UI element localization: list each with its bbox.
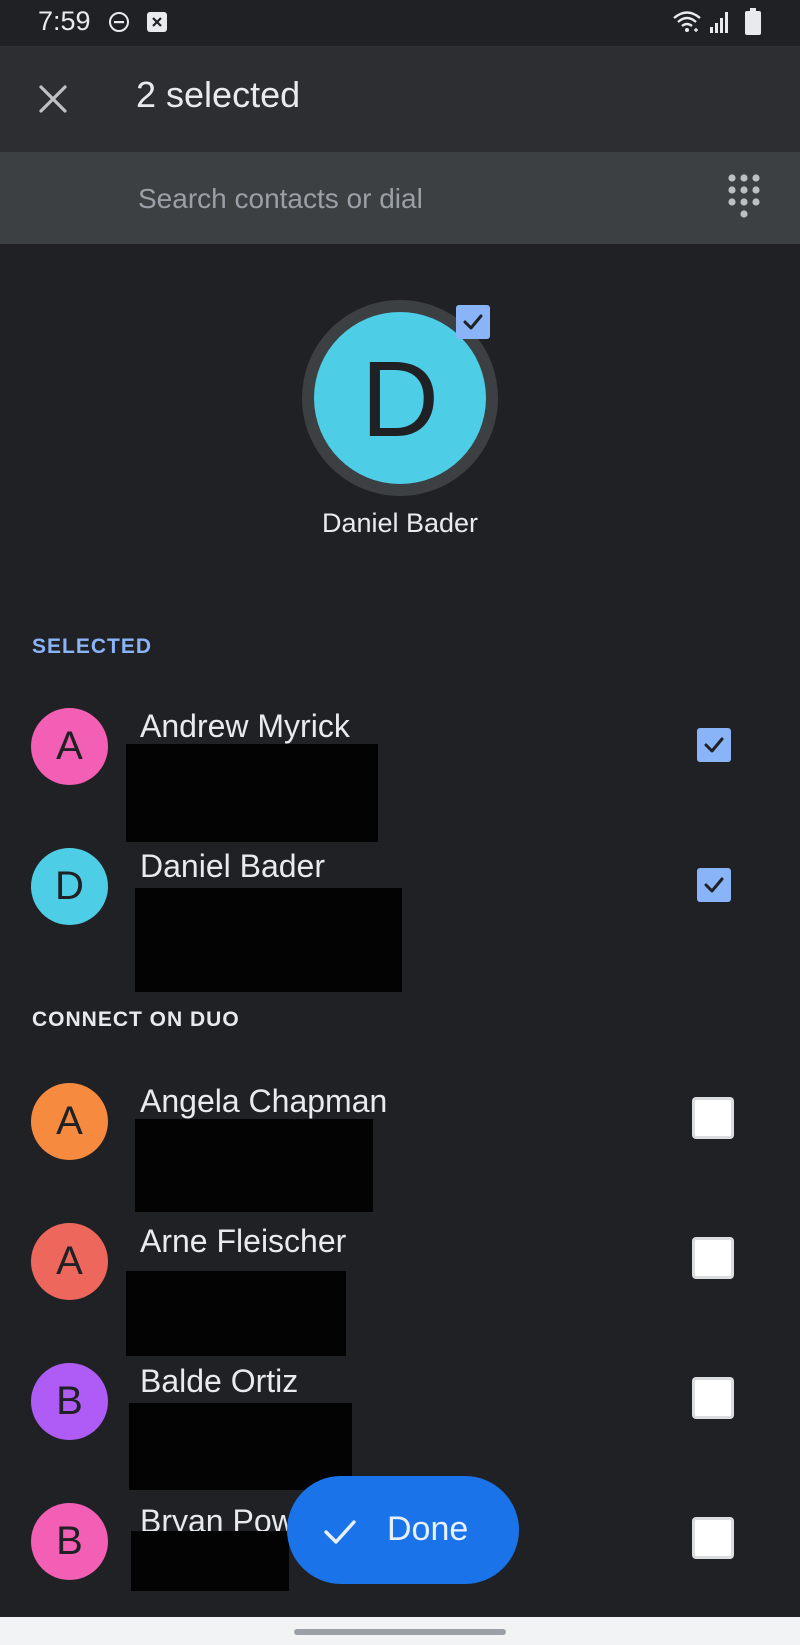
- app-bar: 2 selected: [0, 46, 800, 152]
- avatar: B: [31, 1363, 108, 1440]
- done-button[interactable]: Done: [287, 1476, 519, 1584]
- wifi-icon: [673, 11, 701, 32]
- search-bar: [0, 152, 800, 244]
- notification-icon: [147, 12, 167, 32]
- avatar: B: [31, 1503, 108, 1580]
- redacted-detail: [135, 888, 402, 992]
- contact-checkbox[interactable]: [692, 1517, 734, 1559]
- check-icon: [704, 737, 724, 753]
- list-item[interactable]: A Arne Fleischer: [0, 1223, 800, 1356]
- contact-checkbox[interactable]: [692, 1237, 734, 1279]
- contact-name: Arne Fleischer: [140, 1223, 347, 1259]
- list-item[interactable]: B Balde Ortiz: [0, 1363, 800, 1490]
- avatar: D: [31, 848, 108, 925]
- page-title: 2 selected: [136, 74, 301, 115]
- do-not-disturb-icon: [109, 12, 129, 32]
- contact-name: Balde Ortiz: [140, 1363, 299, 1399]
- contact-name: Daniel Bader: [140, 848, 325, 884]
- avatar: A: [31, 1083, 108, 1160]
- redacted-detail: [129, 1403, 352, 1490]
- redacted-detail: [131, 1531, 289, 1591]
- battery-icon: [745, 8, 761, 35]
- contact-checkbox[interactable]: [692, 1097, 734, 1139]
- close-icon[interactable]: [30, 76, 76, 122]
- search-input[interactable]: [136, 174, 700, 224]
- hero-contact-name: Daniel Bader: [321, 508, 479, 538]
- navigation-bar: [0, 1617, 800, 1645]
- avatar: A: [31, 1223, 108, 1300]
- list-item[interactable]: A Angela Chapman: [0, 1083, 800, 1212]
- contact-name: Andrew Myrick: [140, 708, 350, 744]
- status-bar: 7:59: [0, 0, 800, 46]
- redacted-detail: [126, 1271, 346, 1356]
- list-item[interactable]: A Andrew Myrick: [0, 708, 800, 842]
- section-header-selected: SELECTED: [32, 635, 153, 658]
- check-icon: [463, 314, 483, 330]
- dialpad-icon[interactable]: [724, 172, 764, 222]
- hero-checkbox[interactable]: [456, 305, 490, 339]
- redacted-detail: [126, 744, 378, 842]
- contact-checkbox[interactable]: [697, 868, 731, 902]
- home-gesture-handle[interactable]: [294, 1629, 506, 1635]
- selected-contact-hero[interactable]: D Daniel Bader: [0, 300, 800, 560]
- list-item[interactable]: D Daniel Bader: [0, 848, 800, 992]
- check-icon: [324, 1520, 356, 1544]
- redacted-detail: [135, 1119, 373, 1212]
- signal-icon: [710, 12, 728, 33]
- contact-checkbox[interactable]: [692, 1377, 734, 1419]
- done-label: Done: [387, 1510, 469, 1548]
- status-time: 7:59: [38, 6, 91, 36]
- section-header-connect-on-duo: CONNECT ON DUO: [32, 1008, 240, 1031]
- avatar: A: [31, 708, 108, 785]
- contact-name: Angela Chapman: [140, 1083, 388, 1119]
- contact-checkbox[interactable]: [697, 728, 731, 762]
- check-icon: [704, 877, 724, 893]
